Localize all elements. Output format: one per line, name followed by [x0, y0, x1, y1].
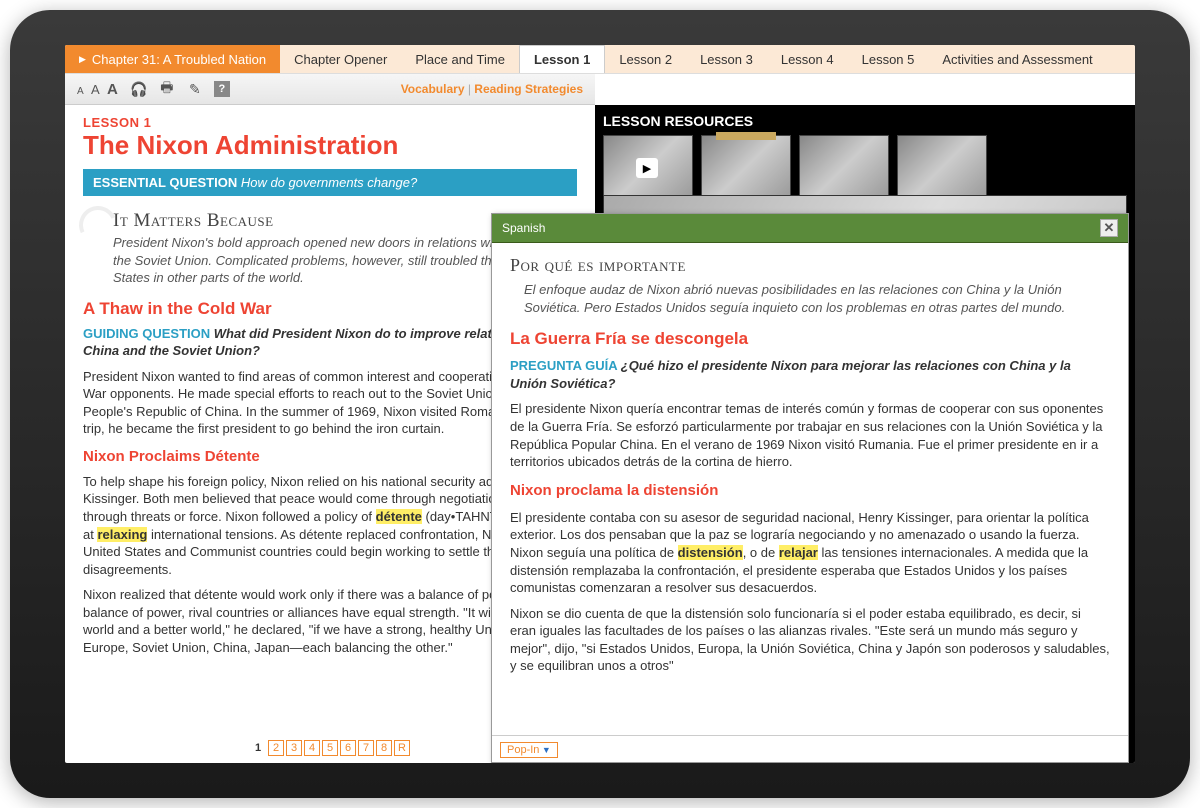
- gq-label: GUIDING QUESTION: [83, 326, 214, 341]
- sp-matters-title: Por qué es importante: [510, 253, 1110, 277]
- sp-matters-text: El enfoque audaz de Nixon abrió nuevas p…: [524, 281, 1110, 316]
- print-icon[interactable]: 🖶: [158, 80, 176, 98]
- page-3[interactable]: 3: [286, 740, 302, 756]
- popup-body: Por qué es importante El enfoque audaz d…: [492, 243, 1128, 735]
- lesson-title: The Nixon Administration: [83, 130, 577, 161]
- tab-lesson-3[interactable]: Lesson 3: [686, 45, 767, 73]
- main-content: LESSON 1 The Nixon Administration ESSENT…: [65, 105, 1135, 763]
- page-1[interactable]: 1: [250, 741, 266, 757]
- video-thumb[interactable]: [603, 135, 693, 200]
- top-navigation: Chapter 31: A Troubled Nation Chapter Op…: [65, 45, 1135, 74]
- tab-activities-and-assessment[interactable]: Activities and Assessment: [928, 45, 1106, 73]
- chapter-label[interactable]: Chapter 31: A Troubled Nation: [65, 45, 280, 73]
- page-5[interactable]: 5: [322, 740, 338, 756]
- help-icon[interactable]: ?: [214, 81, 230, 97]
- sp-highlight-1[interactable]: distensión: [678, 545, 743, 560]
- page-7[interactable]: 7: [358, 740, 374, 756]
- resources-title: LESSON RESOURCES: [603, 113, 1127, 129]
- spanish-popup: Spanish ✕ Por qué es importante El enfoq…: [491, 213, 1129, 763]
- toolbar: A A A 🎧 🖶 ✎ ? Vocabulary | Reading Strat…: [65, 74, 595, 105]
- tablet-frame: Chapter 31: A Troubled Nation Chapter Op…: [10, 10, 1190, 798]
- eq-text: How do governments change?: [241, 175, 417, 190]
- sp-matters: Por qué es importante El enfoque audaz d…: [510, 253, 1110, 316]
- audio-icon[interactable]: 🎧: [130, 80, 148, 98]
- sp-guiding-question: PREGUNTA GUÍA ¿Qué hizo el presidente Ni…: [510, 357, 1110, 392]
- tab-strip: Chapter OpenerPlace and TimeLesson 1Less…: [280, 45, 1135, 73]
- highlight-relaxing[interactable]: relaxing: [97, 527, 147, 542]
- toolbar-links: Vocabulary | Reading Strategies: [401, 82, 583, 96]
- sp-subheading-1: Nixon proclama la distensión: [510, 481, 1110, 501]
- resource-thumbnails: [603, 135, 1127, 200]
- sp-highlight-2[interactable]: relajar: [779, 545, 818, 560]
- sp-paragraph-3: Nixon se dio cuenta de que la distensión…: [510, 605, 1110, 675]
- page-2[interactable]: 2: [268, 740, 284, 756]
- tab-lesson-4[interactable]: Lesson 4: [767, 45, 848, 73]
- tab-lesson-2[interactable]: Lesson 2: [605, 45, 686, 73]
- popup-title: Spanish: [502, 221, 545, 235]
- image-thumb-2[interactable]: [897, 135, 987, 200]
- sp-gq-label: PREGUNTA GUÍA: [510, 358, 621, 373]
- tab-place-and-time[interactable]: Place and Time: [401, 45, 519, 73]
- sp-heading-1: La Guerra Fría se descongela: [510, 328, 1110, 351]
- page-R[interactable]: R: [394, 740, 410, 756]
- sp-paragraph-1: El presidente Nixon quería encontrar tem…: [510, 400, 1110, 470]
- tab-lesson-1[interactable]: Lesson 1: [519, 45, 605, 73]
- lesson-number: LESSON 1: [83, 115, 577, 130]
- sp-paragraph-2: El presidente contaba con su asesor de s…: [510, 509, 1110, 597]
- popin-button[interactable]: Pop-In: [500, 742, 558, 758]
- screen: Chapter 31: A Troubled Nation Chapter Op…: [65, 45, 1135, 763]
- image-thumb-1[interactable]: [799, 135, 889, 200]
- essential-question: ESSENTIAL QUESTION How do governments ch…: [83, 169, 577, 196]
- popup-header[interactable]: Spanish ✕: [492, 214, 1128, 243]
- resources-pane: LESSON RESOURCES nts of Spanish ✕ Por qu…: [595, 105, 1135, 763]
- highlight-detente[interactable]: détente: [376, 509, 422, 524]
- page-4[interactable]: 4: [304, 740, 320, 756]
- font-size-selector[interactable]: A A A: [77, 81, 120, 98]
- notes-icon[interactable]: ✎: [186, 80, 204, 98]
- popup-footer: Pop-In: [492, 735, 1128, 762]
- tab-lesson-5[interactable]: Lesson 5: [848, 45, 929, 73]
- vocabulary-link[interactable]: Vocabulary: [401, 82, 465, 96]
- page-8[interactable]: 8: [376, 740, 392, 756]
- page-6[interactable]: 6: [340, 740, 356, 756]
- primary-source-thumb[interactable]: [701, 135, 791, 200]
- eq-label: ESSENTIAL QUESTION: [93, 175, 241, 190]
- close-icon[interactable]: ✕: [1100, 219, 1118, 237]
- tab-chapter-opener[interactable]: Chapter Opener: [280, 45, 401, 73]
- strategies-link[interactable]: Reading Strategies: [474, 82, 583, 96]
